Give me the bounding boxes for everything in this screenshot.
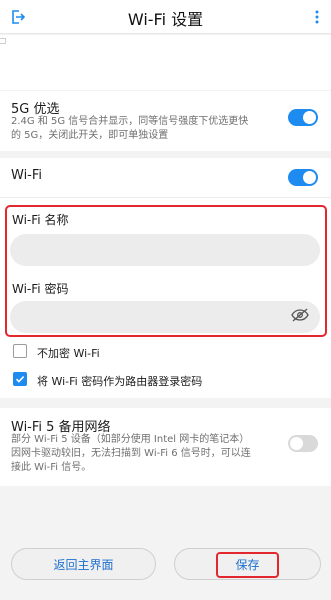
wifi5-backup-desc-line3: 接此 Wi-Fi 信号。 xyxy=(11,462,92,473)
no-encrypt-label: 不加密 Wi-Fi xyxy=(37,347,100,360)
toggle-knob xyxy=(290,437,303,450)
no-encrypt-checkbox[interactable] xyxy=(13,344,27,358)
page-title: Wi-Fi 设置 xyxy=(127,10,204,29)
edge-marker xyxy=(0,38,6,44)
blank-band xyxy=(0,35,331,90)
wifi5-backup-toggle[interactable] xyxy=(288,435,318,452)
wifi-name-label: Wi-Fi 名称 xyxy=(12,213,69,227)
save-highlight xyxy=(216,552,279,578)
divider xyxy=(0,197,331,198)
toggle-knob xyxy=(303,171,316,184)
wifi-toggle[interactable] xyxy=(288,169,318,186)
wifi-name-input[interactable] xyxy=(10,234,320,266)
top-bar: Wi-Fi 设置 xyxy=(0,0,331,34)
eye-off-icon[interactable] xyxy=(290,307,310,323)
wifi-password-input[interactable] xyxy=(10,301,320,333)
use-as-login-checkbox[interactable] xyxy=(13,372,27,386)
return-home-button[interactable]: 返回主界面 xyxy=(11,548,156,580)
band-steering-card: 5G 优选 2.4G 和 5G 信号合并显示，同等信号强度下优选更快 的 5G，… xyxy=(0,91,331,151)
wifi-title: Wi-Fi xyxy=(11,168,43,183)
check-icon xyxy=(15,376,25,383)
band-steering-desc-line2: 的 5G，关闭此开关，即可单独设置 xyxy=(11,130,169,141)
band-steering-desc-line1: 2.4G 和 5G 信号合并显示，同等信号强度下优选更快 xyxy=(11,116,249,127)
use-as-login-label: 将 Wi-Fi 密码作为路由器登录密码 xyxy=(37,375,203,388)
toggle-knob xyxy=(303,111,316,124)
more-vertical-icon[interactable] xyxy=(312,8,322,26)
wifi-password-label: Wi-Fi 密码 xyxy=(12,282,69,296)
wifi5-backup-desc-line2: 因网卡驱动较旧，无法扫描到 Wi-Fi 6 信号时，可以连 xyxy=(11,448,251,459)
wifi5-backup-card: Wi-Fi 5 备用网络 部分 Wi-Fi 5 设备（如部分使用 Intel 网… xyxy=(0,408,331,486)
wifi5-backup-desc-line1: 部分 Wi-Fi 5 设备（如部分使用 Intel 网卡的笔记本） xyxy=(11,434,250,445)
band-steering-toggle[interactable] xyxy=(288,109,318,126)
